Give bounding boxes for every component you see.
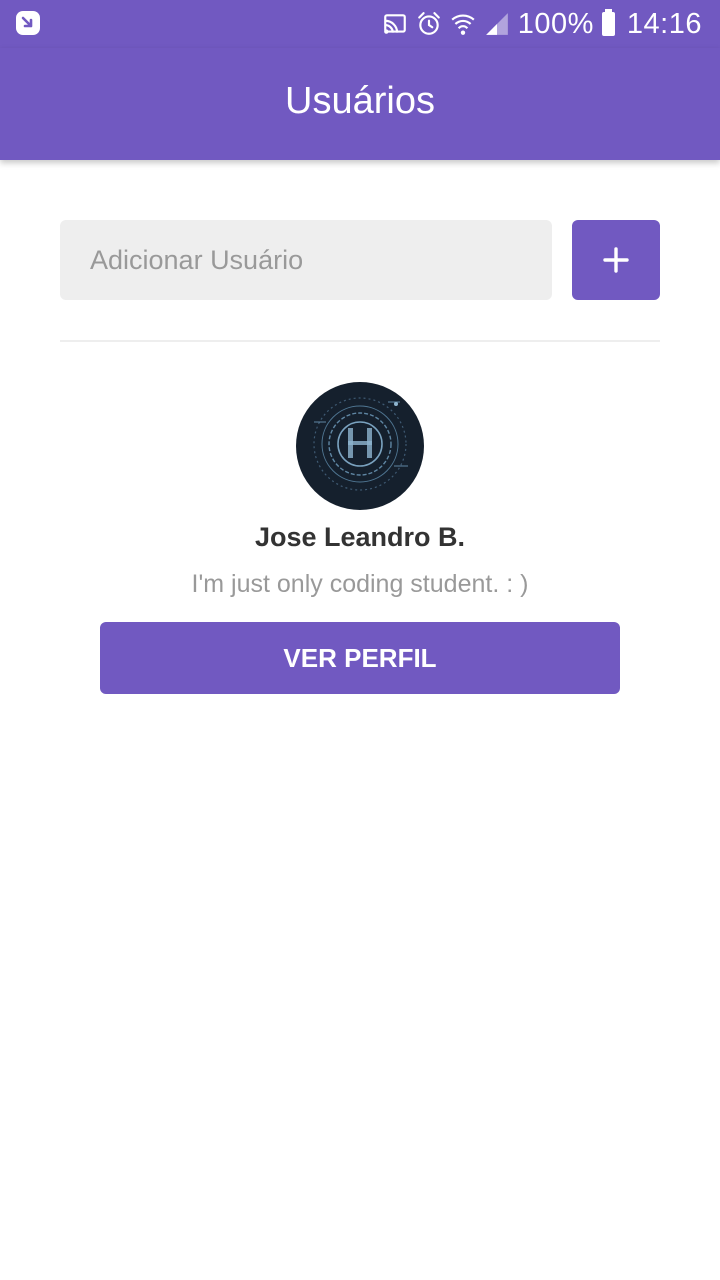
cast-icon xyxy=(383,14,406,34)
user-bio: I'm just only coding student. : ) xyxy=(191,570,529,598)
separator xyxy=(60,340,660,342)
add-user-form xyxy=(60,220,660,300)
app-notification-icon xyxy=(16,11,40,35)
status-indicators: 100% 14:16 xyxy=(382,0,702,48)
app-bar: Usuários xyxy=(0,48,720,160)
user-name: Jose Leandro B. xyxy=(254,522,466,552)
clock: 14:16 xyxy=(626,7,702,40)
battery-percentage: 100% xyxy=(517,7,594,40)
add-user-button[interactable] xyxy=(572,220,660,300)
battery-icon xyxy=(601,9,615,36)
avatar xyxy=(296,382,424,510)
status-bar: 100% 14:16 xyxy=(0,0,720,48)
view-profile-button[interactable]: VER PERFIL xyxy=(100,622,620,694)
signal-icon xyxy=(485,13,508,35)
alarm-icon xyxy=(417,12,440,35)
wifi-icon xyxy=(451,14,475,35)
add-user-input[interactable] xyxy=(60,220,552,300)
page-title: Usuários xyxy=(285,79,435,122)
plus-icon xyxy=(603,247,629,273)
avatar-image xyxy=(313,397,408,491)
